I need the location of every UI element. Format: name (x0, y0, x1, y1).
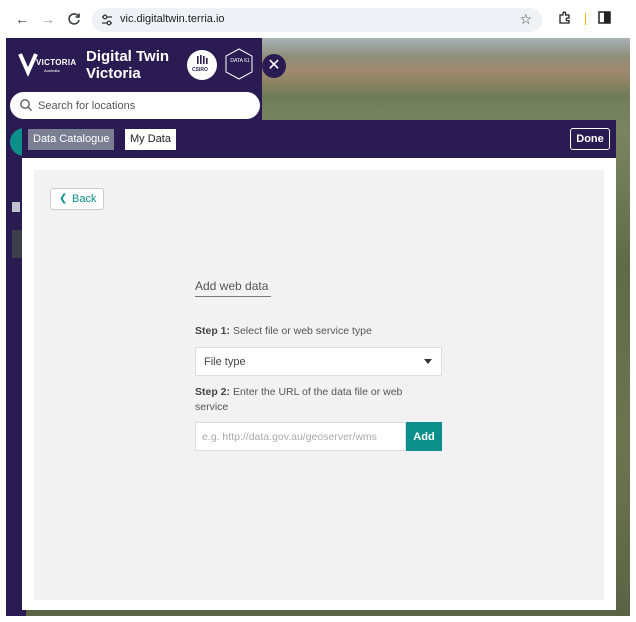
tab-my-data[interactable]: My Data (125, 129, 176, 150)
step2-text-line2: service (195, 401, 229, 413)
chevron-left-icon: ❮ (59, 193, 68, 204)
add-data-panel: ❮ Back Add web data Step 1: Select file … (34, 170, 604, 600)
caret-down-icon (424, 359, 432, 364)
step1-label: Step 1: Select file or web service type (195, 324, 372, 339)
toolbar-divider (585, 13, 586, 25)
side-panel-icon[interactable] (598, 11, 614, 27)
data61-logo (225, 48, 253, 80)
file-type-select[interactable]: File type (195, 347, 442, 376)
back-arrow-icon[interactable]: ← (14, 11, 30, 27)
back-button-label: Back (72, 193, 97, 205)
app-title: Digital Twin Victoria (86, 48, 169, 82)
step1-prefix: Step 1: (195, 325, 231, 337)
catalogue-body: ❮ Back Add web data Step 1: Select file … (22, 158, 616, 610)
app-title-line1: Digital Twin (86, 48, 170, 65)
done-button[interactable]: Done (570, 128, 610, 150)
catalogue-header: Data Catalogue My Data Done (22, 120, 616, 158)
step1-text: Select file or web service type (232, 325, 372, 337)
screen: ← → vic.digitaltwin.terria.io ☆ VICTORIA… (0, 0, 636, 622)
victoria-logo-subtext: Australia (44, 68, 60, 73)
csiro-logo: CSIRO (187, 50, 217, 80)
close-panel-button[interactable]: ✕ (262, 54, 286, 78)
reload-icon[interactable] (66, 11, 82, 27)
location-search[interactable] (10, 92, 260, 119)
forward-arrow-icon[interactable]: → (40, 11, 56, 27)
browser-toolbar: ← → vic.digitaltwin.terria.io ☆ (0, 0, 636, 38)
file-type-value: File type (204, 356, 246, 368)
add-button[interactable]: Add (406, 422, 442, 451)
step2-prefix: Step 2: (195, 386, 231, 398)
app-title-line2: Victoria (86, 65, 141, 82)
section-title: Add web data (195, 279, 269, 293)
url-text: vic.digitaltwin.terria.io (120, 13, 225, 25)
data61-logo-text: DATA 61 (230, 58, 250, 64)
step2-label: Step 2: Enter the URL of the data file o… (195, 385, 402, 415)
sidebar-sliver-2 (12, 230, 22, 258)
tab-data-catalogue[interactable]: Data Catalogue (28, 129, 115, 150)
back-button[interactable]: ❮ Back (50, 188, 104, 210)
url-input[interactable] (195, 422, 406, 451)
csiro-logo-text: CSIRO (192, 67, 208, 73)
search-icon (20, 99, 32, 111)
step2-text-line1: Enter the URL of the data file or web (232, 386, 403, 398)
address-bar[interactable]: vic.digitaltwin.terria.io ☆ (92, 8, 542, 32)
search-input[interactable] (38, 96, 248, 115)
extensions-icon[interactable] (558, 11, 574, 27)
site-settings-icon[interactable] (100, 13, 114, 27)
sidebar-sliver-1 (12, 202, 20, 212)
map-terrain (260, 38, 630, 98)
bookmark-star-icon[interactable]: ☆ (519, 11, 532, 28)
victoria-logo-text: VICTORIA (36, 58, 77, 67)
sidebar-slivers (12, 170, 22, 260)
title-underline (195, 296, 271, 297)
